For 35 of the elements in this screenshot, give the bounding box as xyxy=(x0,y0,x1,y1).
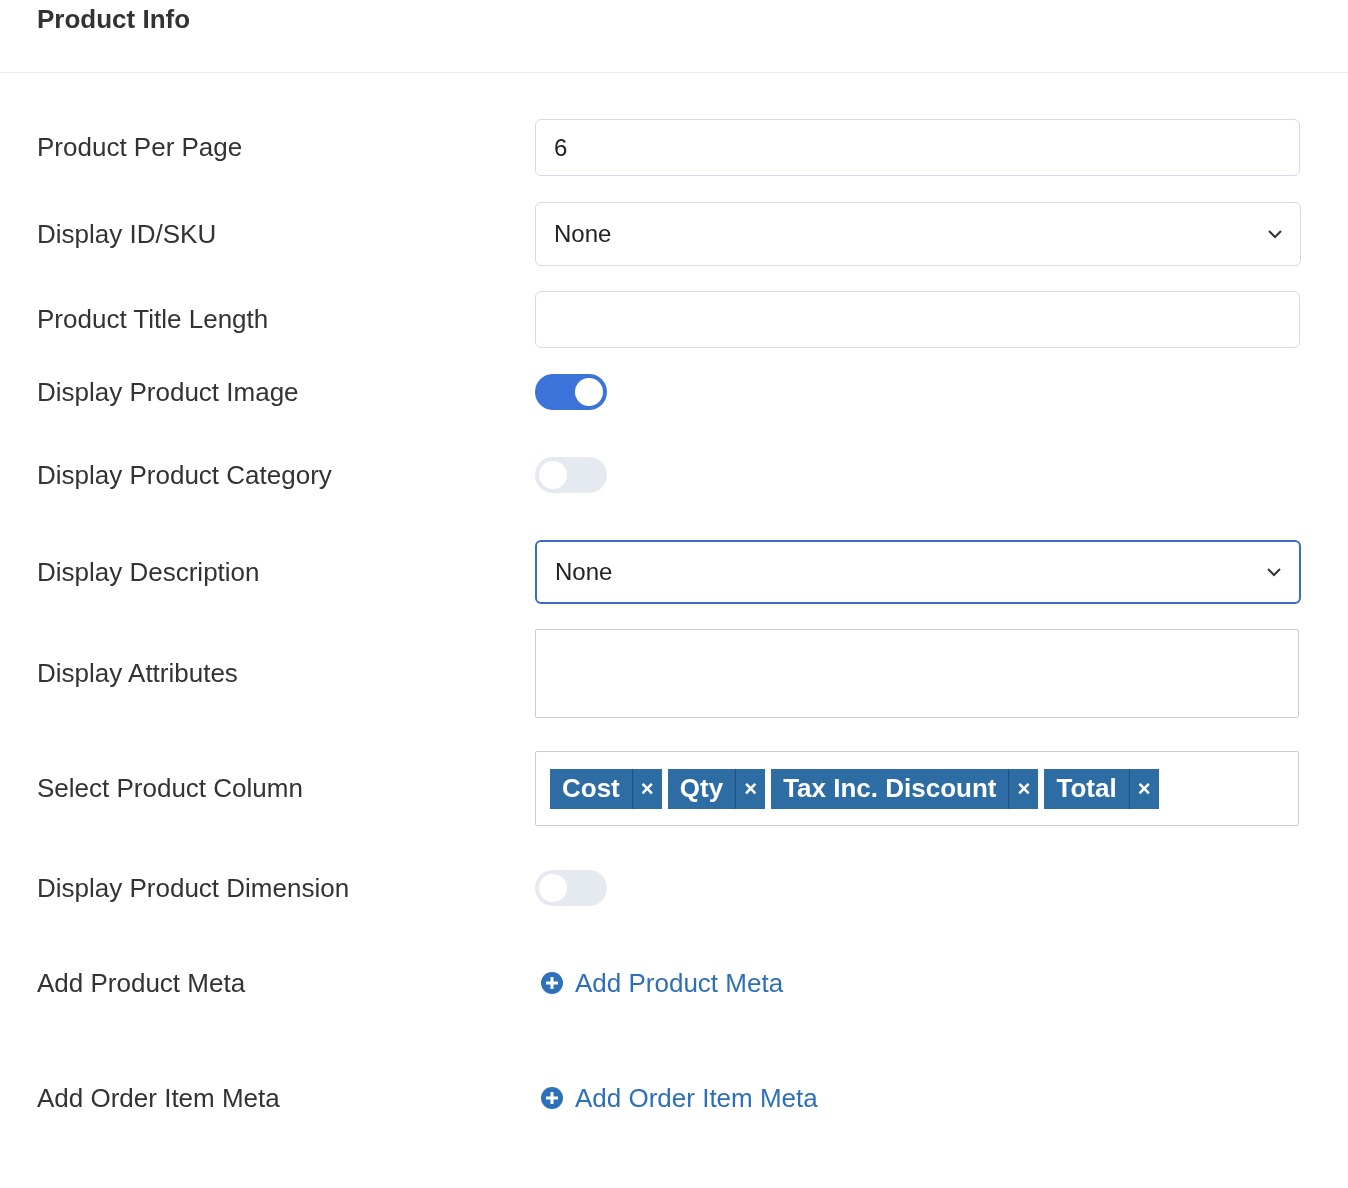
tag: Tax Inc. Discount xyxy=(771,768,1009,809)
remove-tag-button[interactable]: × xyxy=(631,768,662,809)
field-label: Product Title Length xyxy=(37,304,270,335)
tag: Cost xyxy=(550,768,632,809)
field-label: Add Order Item Meta xyxy=(37,1082,281,1114)
chevron-down-icon xyxy=(1268,229,1282,239)
remove-tag-button[interactable]: × xyxy=(1128,768,1159,809)
remove-tag-button[interactable]: × xyxy=(1008,768,1039,809)
field-label: Display Attributes xyxy=(37,658,239,689)
toggle-switch[interactable] xyxy=(535,457,607,493)
select-dropdown[interactable]: None xyxy=(535,202,1301,266)
text-field[interactable]: 6 xyxy=(535,119,1300,176)
section-title: Product Info xyxy=(37,4,192,35)
field-label: Display Description xyxy=(37,556,261,588)
field-label: Select Product Column xyxy=(37,773,304,804)
field-label: Add Product Meta xyxy=(37,967,247,999)
text-field[interactable] xyxy=(535,291,1300,348)
plus-circle-icon xyxy=(541,972,563,994)
chevron-down-icon xyxy=(1267,567,1281,577)
field-label: Display ID/SKU xyxy=(37,218,218,250)
remove-tag-button[interactable]: × xyxy=(735,768,766,809)
textarea-field[interactable] xyxy=(535,629,1299,718)
toggle-switch[interactable] xyxy=(535,374,607,410)
select-dropdown[interactable]: None xyxy=(535,540,1301,604)
tag: Total xyxy=(1044,768,1129,809)
tag: Qty xyxy=(667,768,736,809)
toggle-switch[interactable] xyxy=(535,870,607,906)
multi-select-field[interactable]: Cost × Qty × Tax Inc. Discount × Total × xyxy=(535,751,1299,826)
add-meta-link[interactable]: Add Order Item Meta xyxy=(541,1082,818,1114)
add-meta-link[interactable]: Add Product Meta xyxy=(541,967,784,999)
field-label: Display Product Category xyxy=(37,459,333,491)
field-label: Display Product Image xyxy=(37,376,300,408)
plus-circle-icon xyxy=(541,1087,563,1109)
field-label: Display Product Dimension xyxy=(37,872,351,904)
field-label: Product Per Page xyxy=(37,132,244,163)
